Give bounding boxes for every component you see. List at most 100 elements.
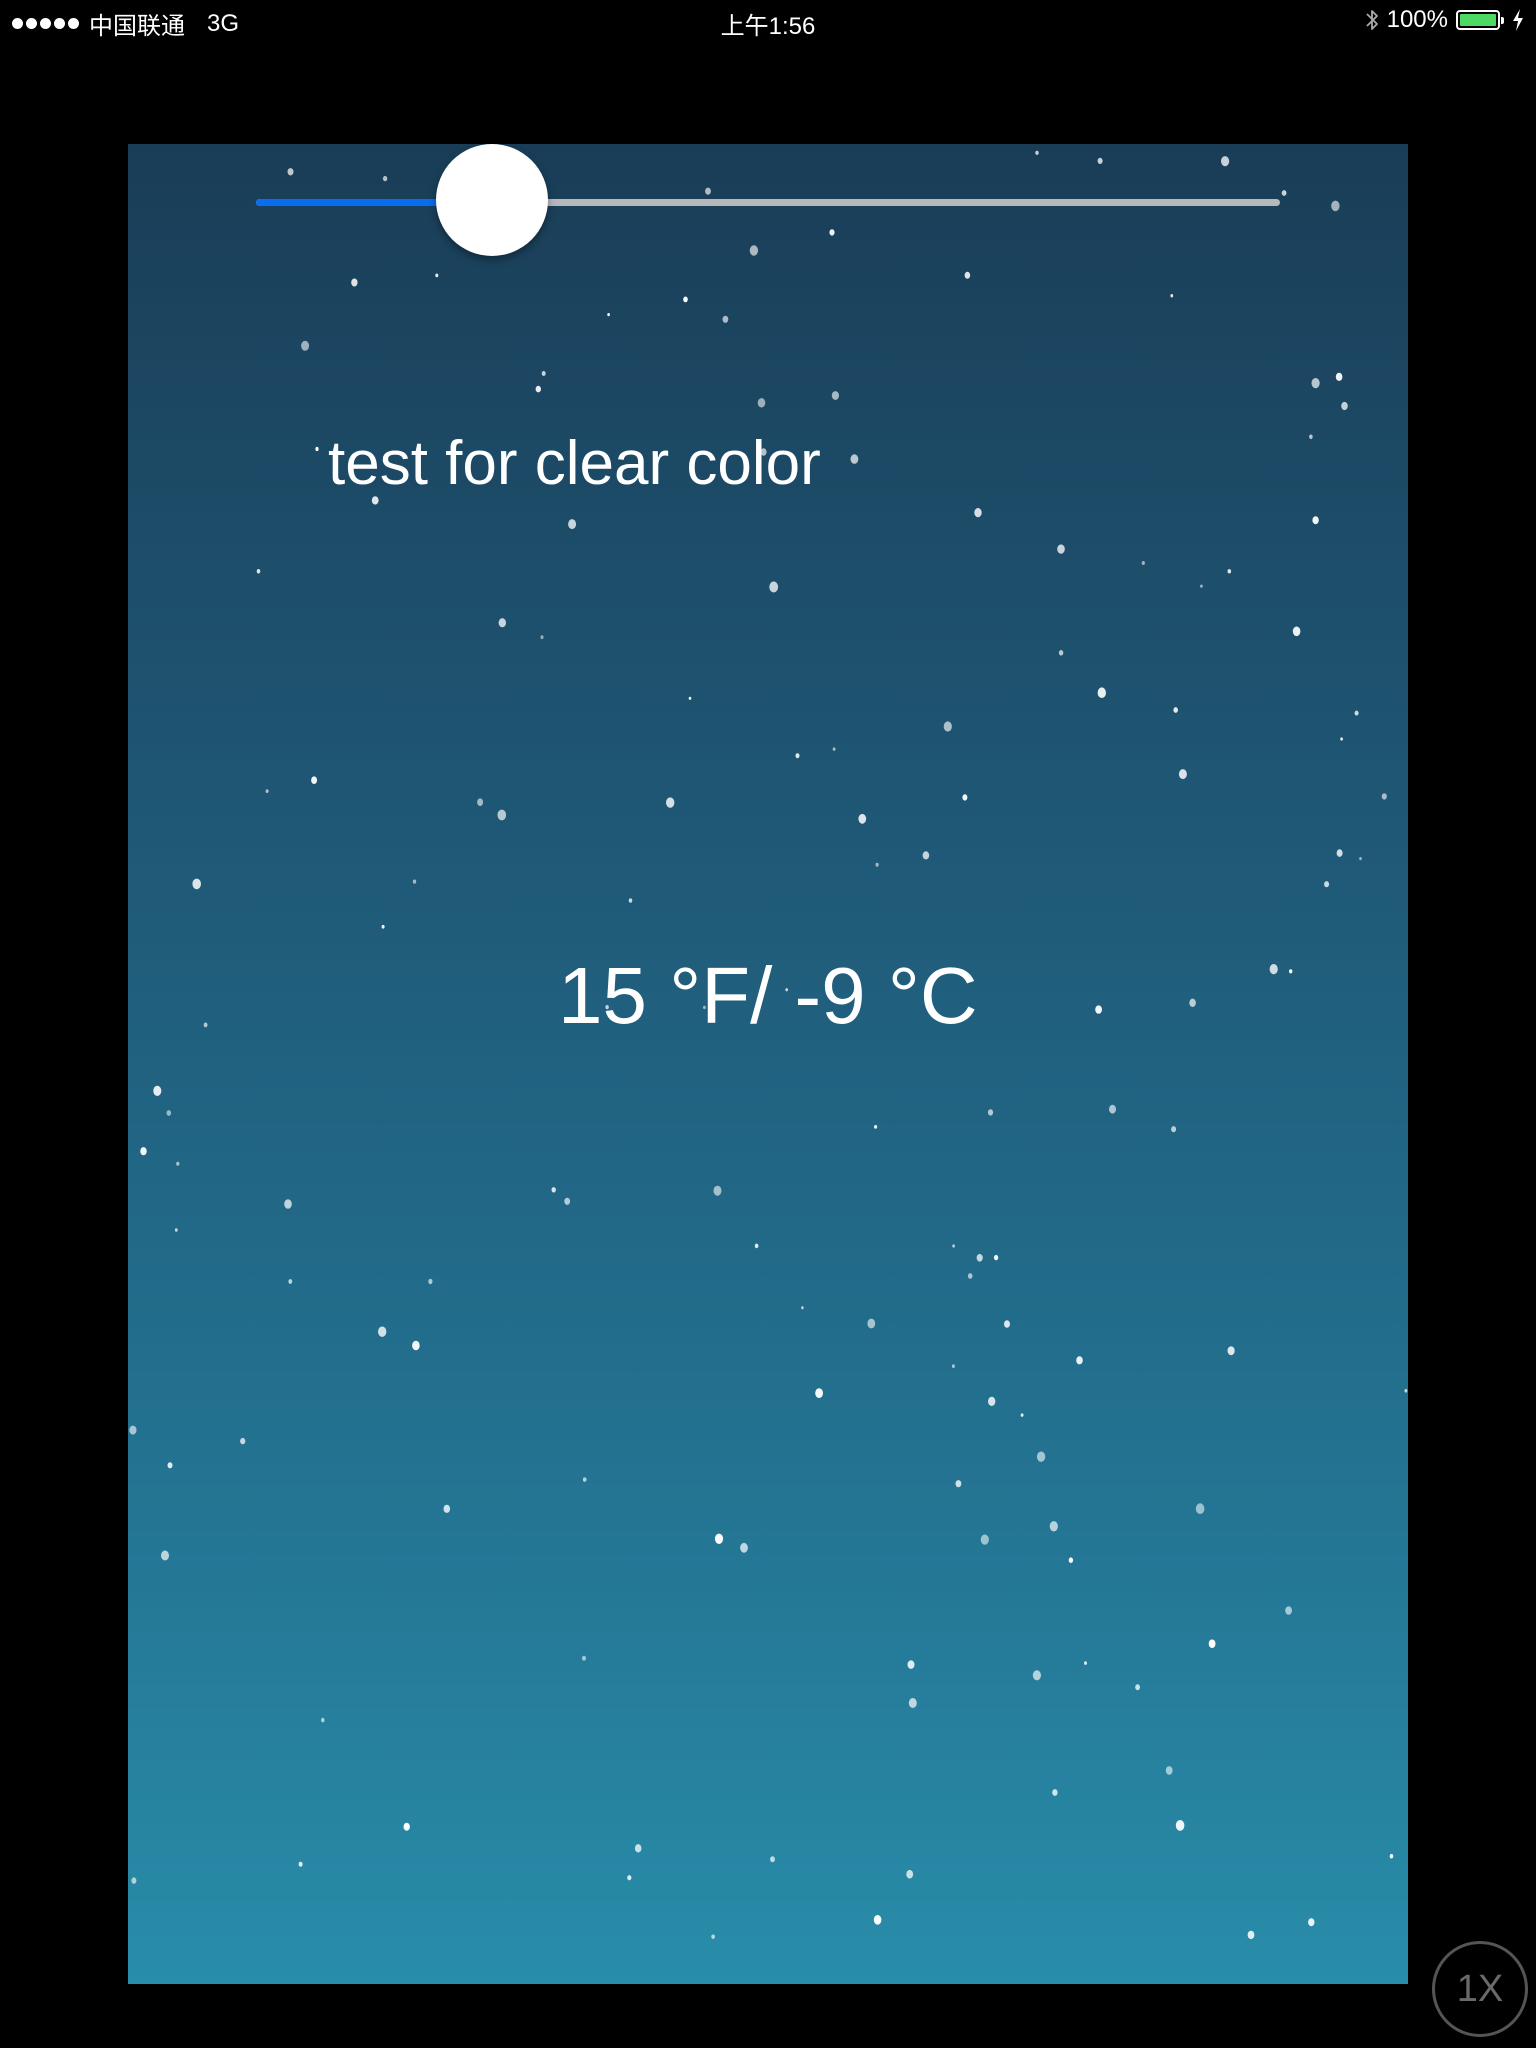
- snowflake: [378, 1326, 387, 1337]
- snowflake: [850, 454, 859, 464]
- snowflake: [1095, 1005, 1102, 1014]
- snowflake: [1324, 881, 1330, 888]
- status-bar: 中国联通 3G 上午1:56 100%: [0, 0, 1536, 40]
- snowflake: [1170, 294, 1174, 298]
- snowflake: [1076, 1356, 1083, 1365]
- snowflake: [1175, 1820, 1185, 1831]
- snowflake: [477, 798, 484, 806]
- snowflake: [1058, 650, 1064, 656]
- snowflake: [315, 446, 319, 452]
- snowflake: [1189, 998, 1196, 1007]
- snowflake: [541, 371, 546, 376]
- snowflake: [634, 1844, 642, 1853]
- snowflake: [1381, 793, 1387, 800]
- snowflake: [628, 898, 633, 903]
- snowflake: [311, 776, 318, 784]
- snowflake: [129, 1425, 137, 1435]
- snowflake: [1208, 1639, 1216, 1648]
- snowflake: [1359, 857, 1362, 861]
- snowflake: [906, 1869, 914, 1879]
- snowflake: [1227, 1346, 1235, 1356]
- snowflake: [832, 747, 836, 751]
- snowflake: [740, 1542, 748, 1553]
- speed-button[interactable]: 1X: [1432, 1941, 1528, 2037]
- snowflake: [1171, 1126, 1177, 1133]
- snowflake: [166, 1110, 172, 1116]
- snowflake: [153, 1085, 162, 1096]
- status-time: 上午1:56: [720, 13, 816, 40]
- snowflake: [683, 296, 688, 303]
- snowflake: [962, 794, 968, 801]
- caption-label: test for clear color: [328, 429, 821, 498]
- snowflake: [873, 1915, 882, 1925]
- snowflake: [161, 1550, 169, 1561]
- snowflake: [540, 635, 544, 640]
- snowflake: [1049, 1521, 1058, 1532]
- snowflake: [955, 1480, 962, 1488]
- snowflake: [713, 1185, 722, 1196]
- snowflake: [203, 1022, 208, 1028]
- snowflake: [240, 1437, 246, 1445]
- snowflake: [1084, 1661, 1087, 1665]
- snowflake: [298, 1861, 303, 1867]
- snowflake: [1057, 544, 1065, 554]
- snowflake: [801, 1306, 804, 1310]
- snowflake: [176, 1161, 180, 1166]
- snowflake: [1247, 1930, 1255, 1940]
- snowflake: [1389, 1853, 1394, 1859]
- snowflake: [1292, 626, 1301, 637]
- snowflake: [1004, 1320, 1010, 1328]
- snowflake: [535, 385, 541, 393]
- snowflake: [1336, 849, 1343, 857]
- snowflake: [943, 721, 952, 732]
- snowflake: [1068, 1557, 1074, 1563]
- snowflake: [980, 1534, 989, 1545]
- snowflake: [711, 1934, 715, 1939]
- snowflake: [1032, 1670, 1041, 1681]
- snowflake: [795, 753, 800, 759]
- snowflake: [1312, 516, 1319, 525]
- snowflake: [1109, 1104, 1116, 1114]
- snowflake: [582, 1655, 586, 1661]
- snowflake: [770, 1856, 775, 1863]
- snowflake: [1308, 1918, 1315, 1927]
- snowflake: [875, 862, 879, 867]
- snowflake: [140, 1147, 147, 1156]
- snowflake: [907, 1660, 915, 1669]
- snow-particles: [129, 150, 1408, 1940]
- snowflake: [858, 813, 867, 824]
- snowflake: [381, 924, 385, 929]
- snowflake: [1178, 769, 1187, 780]
- snowflake: [174, 1228, 178, 1232]
- snowflake: [265, 789, 269, 793]
- snowflake: [131, 1877, 137, 1884]
- snowflake: [497, 809, 507, 821]
- snowflake: [1341, 401, 1348, 411]
- snowflake: [1135, 1684, 1140, 1691]
- snowflake: [403, 1822, 410, 1831]
- slider-thumb[interactable]: [436, 144, 548, 256]
- snowflake: [993, 1254, 999, 1261]
- snowflake: [1335, 372, 1343, 381]
- snowflake: [1354, 710, 1359, 716]
- snowflake: [967, 1273, 973, 1279]
- snowflake: [988, 1396, 996, 1406]
- snowflake: [1020, 1413, 1024, 1417]
- value-slider[interactable]: [256, 144, 1280, 258]
- snowflake: [754, 1243, 759, 1249]
- snowflake: [1289, 969, 1293, 974]
- snowflake: [922, 851, 930, 860]
- snowflake: [976, 1254, 983, 1262]
- snowflake: [1097, 687, 1106, 698]
- charging-bolt-icon: [1513, 9, 1523, 31]
- snowflake: [412, 1340, 420, 1351]
- battery-percent: 100%: [1386, 6, 1448, 33]
- snowflake: [722, 315, 729, 323]
- snowflake: [256, 569, 261, 574]
- snowflake: [987, 1109, 994, 1116]
- snowflake: [1052, 1789, 1058, 1796]
- snowflake: [192, 878, 201, 890]
- snowflake: [167, 1462, 173, 1469]
- snowflake: [1309, 434, 1313, 440]
- bluetooth-icon: [1365, 10, 1378, 30]
